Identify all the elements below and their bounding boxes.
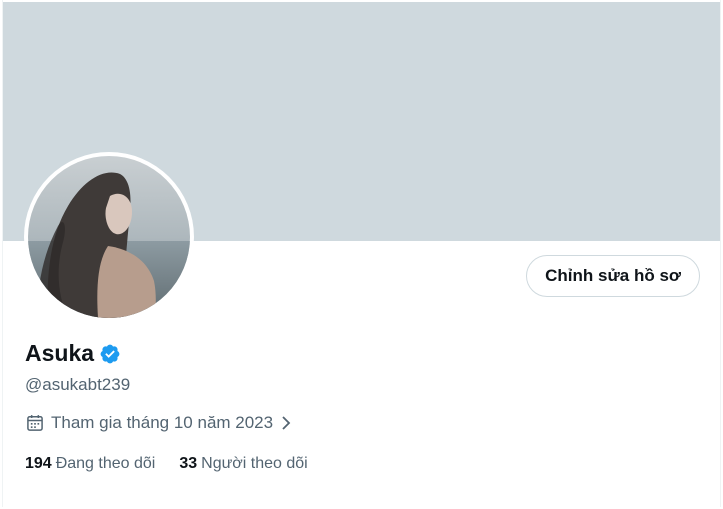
avatar-photo bbox=[28, 156, 190, 318]
following-count: 194 bbox=[25, 455, 52, 472]
profile-handle: @asukabt239 bbox=[25, 375, 131, 394]
followers-link[interactable]: 33 Người theo dõi bbox=[179, 455, 307, 473]
profile-avatar[interactable] bbox=[24, 152, 194, 322]
display-name: Asuka bbox=[25, 340, 95, 366]
verified-badge-icon[interactable] bbox=[99, 343, 121, 365]
followers-count: 33 bbox=[179, 455, 198, 472]
profile-page: Chỉnh sửa hồ sơ Asuka @asukabt239 Tham g… bbox=[2, 0, 721, 507]
following-link[interactable]: 194 Đang theo dõi bbox=[25, 455, 155, 473]
followers-label: Người theo dõi bbox=[201, 455, 308, 472]
joined-date-text: Tham gia tháng 10 năm 2023 bbox=[51, 413, 274, 432]
name-row: Asuka bbox=[25, 340, 121, 367]
calendar-icon bbox=[27, 415, 43, 431]
joined-date-row[interactable]: Tham gia tháng 10 năm 2023 bbox=[25, 413, 293, 433]
follow-stats: 194 Đang theo dõi 33 Người theo dõi bbox=[25, 455, 308, 473]
edit-profile-button[interactable]: Chỉnh sửa hồ sơ bbox=[526, 255, 700, 297]
following-label: Đang theo dõi bbox=[55, 455, 156, 472]
chevron-right-icon bbox=[282, 416, 291, 430]
